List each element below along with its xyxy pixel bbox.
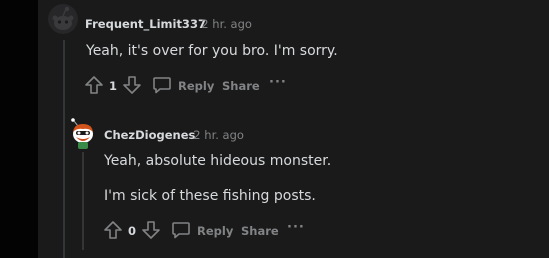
comment-actions: 0 Reply Share ··· xyxy=(101,220,401,242)
thread-line[interactable] xyxy=(82,152,84,250)
snoo-avatar-icon xyxy=(48,4,78,34)
comment-author[interactable]: Frequent_Limit337 xyxy=(85,17,206,31)
comment-body: Yeah, it's over for you bro. I'm sorry. xyxy=(86,43,338,59)
vote-count: 1 xyxy=(109,79,118,93)
upvote-icon[interactable] xyxy=(103,220,123,244)
avatar[interactable] xyxy=(68,116,98,150)
comment-body-paragraph: Yeah, absolute hideous monster. xyxy=(104,153,332,169)
share-button[interactable]: Share xyxy=(222,79,260,93)
snoo-avatar-icon xyxy=(71,118,93,149)
reply-button[interactable]: Reply xyxy=(197,224,233,238)
reply-icon[interactable] xyxy=(152,75,172,99)
downvote-icon[interactable] xyxy=(141,220,161,244)
upvote-icon[interactable] xyxy=(84,75,104,99)
reply-button[interactable]: Reply xyxy=(178,79,214,93)
downvote-icon[interactable] xyxy=(122,75,142,99)
comment-timestamp[interactable]: · 2 hr. ago xyxy=(194,17,252,31)
share-button[interactable]: Share xyxy=(241,224,279,238)
thread-line[interactable] xyxy=(63,40,65,258)
avatar[interactable] xyxy=(48,4,78,34)
comment-actions: 1 Reply Share ··· xyxy=(82,75,382,97)
comment-thread-panel: Frequent_Limit337 · 2 hr. ago Yeah, it's… xyxy=(38,0,549,258)
comment-body-paragraph: I'm sick of these fishing posts. xyxy=(104,188,316,204)
comment-timestamp[interactable]: · 2 hr. ago xyxy=(186,128,244,142)
more-options-button[interactable]: ··· xyxy=(269,75,287,90)
comment-author[interactable]: ChezDiogenes xyxy=(104,128,195,142)
reply-icon[interactable] xyxy=(171,220,191,244)
vote-count: 0 xyxy=(128,224,137,238)
more-options-button[interactable]: ··· xyxy=(287,220,305,235)
